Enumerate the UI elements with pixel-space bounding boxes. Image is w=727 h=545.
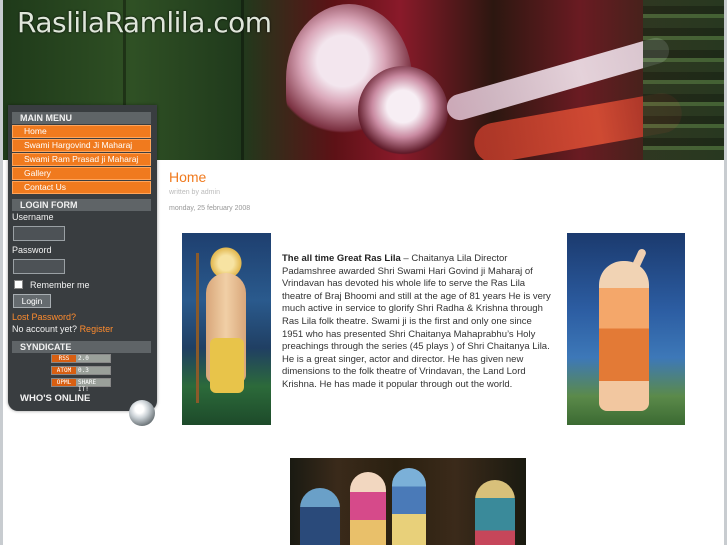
stage-performer bbox=[392, 468, 426, 545]
stage-performer bbox=[475, 480, 515, 545]
lost-password-link[interactable]: Lost Password? bbox=[12, 312, 76, 323]
opml-feed-badge[interactable]: OPML SHARE IT! bbox=[51, 378, 111, 393]
menu-item-home[interactable]: Home bbox=[12, 125, 151, 138]
page: RaslilaRamlila.com MAIN MENU Home Swami … bbox=[0, 0, 727, 545]
register-link[interactable]: Register bbox=[80, 324, 114, 334]
banner-pillar bbox=[643, 0, 724, 160]
article-text: The all time Great Ras Lila – Chaitanya … bbox=[282, 253, 554, 392]
rss-badge-right: 2.0 bbox=[76, 355, 110, 362]
photo-dancing-figure bbox=[567, 233, 685, 425]
main-content: Home written by admin monday, 25 februar… bbox=[165, 160, 721, 545]
login-button[interactable]: Login bbox=[13, 294, 51, 308]
article-body: – Chaitanya Lila Director Padamshree awa… bbox=[282, 253, 551, 390]
login-form-title: LOGIN FORM bbox=[12, 199, 151, 211]
opml-badge-right: SHARE IT! bbox=[76, 379, 110, 393]
sidebar: MAIN MENU Home Swami Hargovind Ji Mahara… bbox=[8, 105, 157, 411]
page-title[interactable]: Home bbox=[169, 169, 206, 185]
photo-ras-lila-stage bbox=[290, 458, 526, 545]
menu-item-hargovind[interactable]: Swami Hargovind Ji Maharaj bbox=[12, 139, 151, 152]
globe-icon bbox=[129, 400, 155, 426]
username-input[interactable] bbox=[13, 226, 65, 241]
photo-krishna-with-staff bbox=[182, 233, 271, 425]
whos-online-title: WHO'S ONLINE bbox=[20, 393, 91, 404]
photo-dhoti bbox=[210, 338, 244, 393]
photo-staff bbox=[196, 253, 199, 403]
date-line: monday, 25 february 2008 bbox=[169, 205, 251, 212]
password-label: Password bbox=[12, 245, 52, 255]
no-account-label: No account yet? bbox=[12, 324, 78, 334]
main-menu-title: MAIN MENU bbox=[12, 112, 151, 124]
password-input[interactable] bbox=[13, 259, 65, 274]
site-logo[interactable]: RaslilaRamlila.com bbox=[17, 6, 272, 39]
menu-item-gallery[interactable]: Gallery bbox=[12, 167, 151, 180]
menu-item-contact[interactable]: Contact Us bbox=[12, 181, 151, 194]
banner-figure-radha bbox=[358, 66, 448, 156]
article-lead: The all time Great Ras Lila bbox=[282, 253, 401, 264]
atom-badge-left: ATOM bbox=[52, 367, 76, 374]
remember-checkbox[interactable] bbox=[14, 280, 23, 289]
atom-badge-right: 0.3 bbox=[76, 367, 110, 374]
no-account-text: No account yet? Register bbox=[12, 324, 113, 335]
photo-figure bbox=[599, 261, 649, 411]
author-line: written by admin bbox=[169, 189, 220, 196]
atom-feed-badge[interactable]: ATOM 0.3 bbox=[51, 366, 111, 375]
username-label: Username bbox=[12, 212, 54, 222]
remember-label: Remember me bbox=[30, 280, 90, 290]
syndicate-title: SYNDICATE bbox=[12, 341, 151, 353]
opml-badge-left: OPML bbox=[52, 379, 76, 386]
menu-item-ram-prasad[interactable]: Swami Ram Prasad ji Maharaj bbox=[12, 153, 151, 166]
stage-performer bbox=[300, 488, 340, 545]
rss-feed-badge[interactable]: RSS 2.0 bbox=[51, 354, 111, 363]
stage-performer bbox=[350, 472, 386, 545]
rss-badge-left: RSS bbox=[52, 355, 76, 362]
